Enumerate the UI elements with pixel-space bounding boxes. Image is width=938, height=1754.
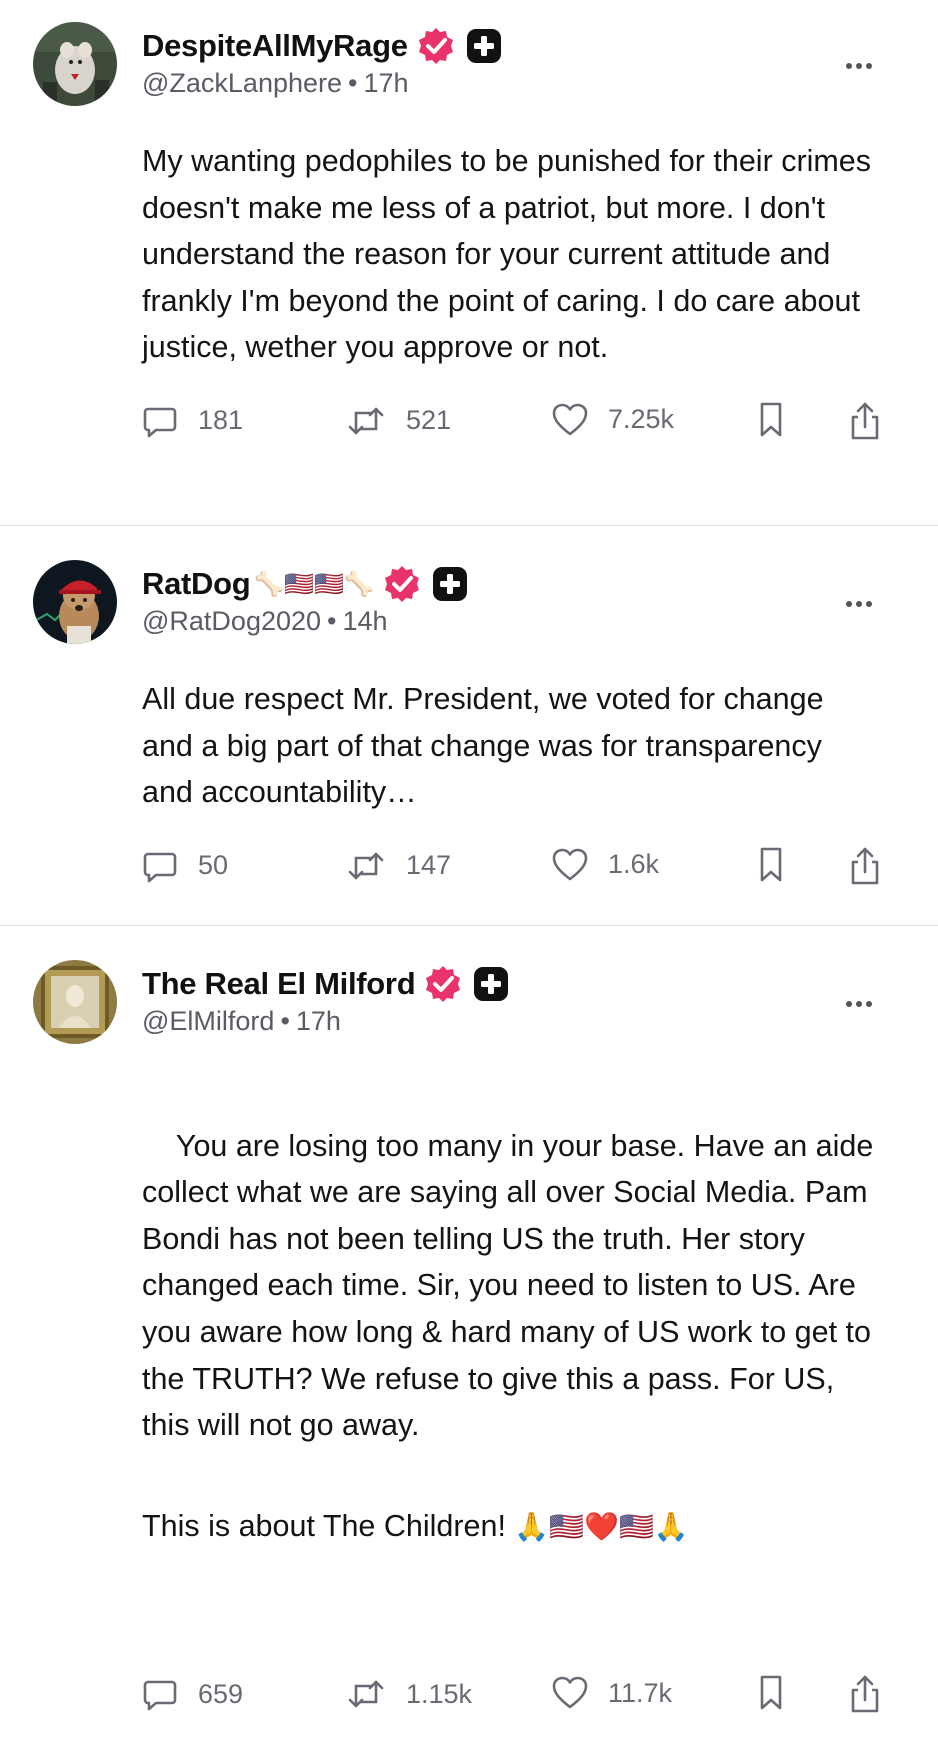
repost-icon: [348, 852, 384, 880]
post: DespiteAllMyRage @ZackLanphere • 17h My wa…: [0, 0, 938, 526]
avatar[interactable]: [33, 560, 117, 644]
post-header: The Real El Milford @ElMilford • 17h: [142, 960, 938, 1060]
share-icon: [851, 847, 879, 885]
bookmark-icon: [760, 1675, 782, 1710]
separator-dot: •: [327, 606, 337, 636]
reply-count: 659: [198, 1678, 244, 1709]
share-icon: [851, 402, 879, 440]
heart-icon: [552, 1676, 588, 1709]
post-header: DespiteAllMyRage @ZackLanphere • 17h: [142, 22, 938, 122]
share-button[interactable]: [848, 846, 882, 891]
verified-badge-icon: [426, 966, 461, 1002]
plus-subscriber-icon: [474, 967, 509, 1001]
repost-count: 147: [406, 850, 452, 881]
reply-button[interactable]: 50: [142, 848, 228, 884]
reply-count: 181: [198, 405, 244, 436]
post-text: You are losing too many in your base. Ha…: [142, 1076, 888, 1644]
bookmark-button[interactable]: [756, 401, 786, 444]
dog-avatar-icon: [33, 560, 117, 644]
reply-icon: [143, 407, 177, 438]
reply-icon: [143, 852, 177, 883]
heart-icon: [552, 403, 588, 436]
post-actions: 181 521 7.25k: [142, 371, 938, 481]
post-actions: 50 147 1.6k: [142, 816, 938, 926]
user-handle[interactable]: @ElMilford: [142, 1006, 274, 1036]
like-count: 7.25k: [608, 404, 675, 435]
like-count: 11.7k: [608, 1677, 673, 1708]
rat-avatar-icon: [33, 22, 117, 106]
post-time: 17h: [363, 68, 409, 98]
repost-button[interactable]: 521: [346, 403, 451, 439]
plus-subscriber-icon: [432, 567, 467, 601]
reply-button[interactable]: 659: [142, 1676, 243, 1712]
display-name[interactable]: The Real El Milford: [142, 966, 416, 1002]
post-actions: 659 1.15k 11.7k: [142, 1644, 938, 1754]
post-time: 14h: [342, 606, 388, 636]
plus-subscriber-icon: [466, 29, 501, 63]
post-time: 17h: [295, 1006, 341, 1036]
user-handle[interactable]: @RatDog2020: [142, 606, 321, 636]
reply-button[interactable]: 181: [142, 403, 243, 439]
repost-button[interactable]: 147: [346, 848, 451, 884]
bookmark-icon: [760, 402, 782, 437]
like-button[interactable]: 7.25k: [552, 403, 674, 437]
repost-icon: [348, 407, 384, 435]
separator-dot: •: [348, 68, 358, 98]
verified-badge-icon: [418, 28, 453, 64]
more-options-button[interactable]: [846, 56, 882, 69]
name-emojis: 🦴🇺🇸🇺🇸🦴: [254, 570, 374, 598]
more-options-button[interactable]: [846, 594, 882, 607]
display-name[interactable]: DespiteAllMyRage: [142, 28, 408, 64]
portrait-avatar-icon: [33, 960, 117, 1044]
share-button[interactable]: [848, 1674, 882, 1719]
share-icon: [851, 1675, 879, 1713]
like-button[interactable]: 1.6k: [552, 848, 659, 882]
post-text: My wanting pedophiles to be punished for…: [142, 144, 880, 365]
reply-icon: [143, 1680, 177, 1711]
post: The Real El Milford @ElMilford • 17h You a…: [0, 926, 938, 1713]
bookmark-button[interactable]: [756, 846, 786, 889]
heart-icon: [552, 848, 588, 881]
more-options-button[interactable]: [846, 994, 882, 1007]
post-text-tail: This is about The Children!: [142, 1509, 515, 1544]
post: RatDog 🦴🇺🇸🇺🇸🦴 @RatDog2020 • 14h All due re…: [0, 526, 938, 926]
share-button[interactable]: [848, 401, 882, 446]
post-emojis: 🙏🇺🇸❤️🇺🇸🙏: [514, 1510, 689, 1544]
repost-icon: [348, 1680, 384, 1708]
avatar[interactable]: [33, 22, 117, 106]
reply-count: 50: [198, 850, 229, 881]
user-handle[interactable]: @ZackLanphere: [142, 68, 342, 98]
bookmark-icon: [760, 847, 782, 882]
verified-badge-icon: [384, 566, 419, 602]
post-header: RatDog 🦴🇺🇸🇺🇸🦴 @RatDog2020 • 14h: [142, 560, 938, 660]
like-count: 1.6k: [608, 849, 660, 880]
separator-dot: •: [280, 1006, 290, 1036]
post-text-main: You are losing too many in your base. Ha…: [142, 1128, 882, 1443]
post-text: All due respect Mr. President, we voted …: [142, 682, 833, 810]
bookmark-button[interactable]: [756, 1674, 786, 1717]
repost-count: 1.15k: [406, 1678, 473, 1709]
like-button[interactable]: 11.7k: [552, 1676, 672, 1710]
avatar[interactable]: [33, 960, 117, 1044]
display-name[interactable]: RatDog: [142, 566, 251, 602]
repost-button[interactable]: 1.15k: [346, 1676, 472, 1712]
repost-count: 521: [406, 405, 452, 436]
